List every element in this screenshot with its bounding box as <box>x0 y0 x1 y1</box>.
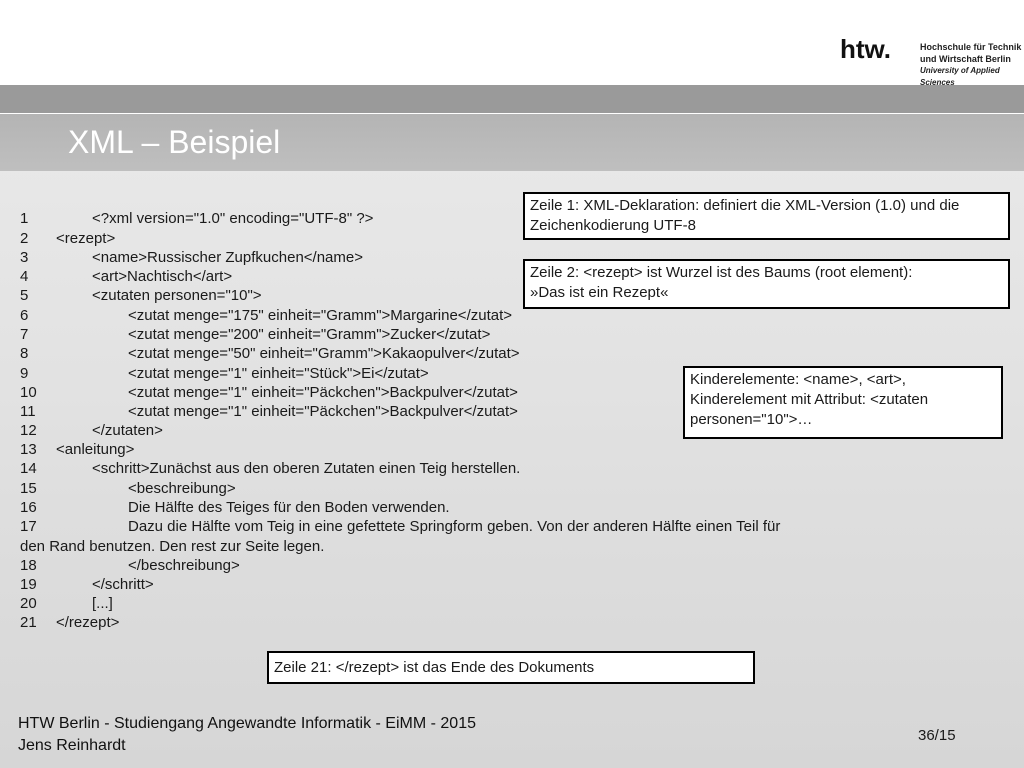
line-number: 12 <box>20 422 37 439</box>
code-line: </zutaten> <box>92 422 163 439</box>
line-number: 10 <box>20 384 37 401</box>
note-child-line-3: personen="10">… <box>690 411 813 428</box>
line-number: 7 <box>20 326 29 343</box>
slide-header: htw. Hochschule für Technik und Wirtscha… <box>0 0 1024 87</box>
code-line: <anleitung> <box>56 441 135 458</box>
note-root-element: Zeile 2: <rezept> ist Wurzel ist des Bau… <box>523 259 1010 309</box>
code-line: Dazu die Hälfte vom Teig in eine gefette… <box>128 518 781 535</box>
note-child-line-1: Kinderelemente: <name>, <art>, <box>690 371 906 388</box>
code-line: <zutat menge="200" einheit="Gramm">Zucke… <box>128 326 491 343</box>
line-number: 11 <box>20 403 36 420</box>
code-line: <zutat menge="1" einheit="Päckchen">Back… <box>128 384 518 401</box>
code-line: <zutat menge="1" einheit="Päckchen">Back… <box>128 403 518 420</box>
line-number: 4 <box>20 268 29 285</box>
code-line: Die Hälfte des Teiges für den Boden verw… <box>128 499 450 516</box>
line-number: 14 <box>20 460 37 477</box>
note-document-end: Zeile 21: </rezept> ist das Ende des Dok… <box>267 651 755 684</box>
code-line: <?xml version="1.0" encoding="UTF-8" ?> <box>92 210 374 227</box>
note-child-line-2: Kinderelement mit Attribut: <zutaten <box>690 391 929 408</box>
code-line: <zutat menge="50" einheit="Gramm">Kakaop… <box>128 345 520 362</box>
line-number: 20 <box>20 595 37 612</box>
code-line-continuation: den Rand benutzen. Den rest zur Seite le… <box>20 538 325 555</box>
line-number: 19 <box>20 576 37 593</box>
line-number: 16 <box>20 499 37 516</box>
line-number: 1 <box>20 210 29 227</box>
note-child-elements: Kinderelemente: <name>, <art>, Kinderele… <box>683 366 1003 439</box>
code-line: <name>Russischer Zupfkuchen</name> <box>92 249 363 266</box>
slide-title: XML – Beispiel <box>68 124 281 160</box>
htw-logo-icon: htw. <box>840 38 891 62</box>
line-number: 13 <box>20 441 37 458</box>
line-number: 9 <box>20 365 29 382</box>
code-line: </beschreibung> <box>128 557 240 574</box>
line-number: 2 <box>20 230 29 247</box>
code-line: </rezept> <box>56 614 120 631</box>
note-xml-declaration: Zeile 1: XML-Deklaration: definiert die … <box>523 192 1010 240</box>
slide-footer: HTW Berlin - Studiengang Angewandte Info… <box>18 713 476 757</box>
code-line: <rezept> <box>56 230 116 247</box>
code-line: <zutaten personen="10"> <box>92 287 262 304</box>
line-number: 6 <box>20 307 29 324</box>
header-band <box>0 85 1024 113</box>
footer-course: HTW Berlin - Studiengang Angewandte Info… <box>18 715 476 732</box>
line-number: 21 <box>20 614 37 631</box>
footer-author: Jens Reinhardt <box>18 737 126 754</box>
code-line: </schritt> <box>92 576 154 593</box>
code-line: <zutat menge="1" einheit="Stück">Ei</zut… <box>128 365 429 382</box>
logo-line-2: und Wirtschaft Berlin <box>920 54 1011 64</box>
line-number: 15 <box>20 480 37 497</box>
line-number: 17 <box>20 518 37 535</box>
code-line: [...] <box>92 595 113 612</box>
line-number: 18 <box>20 557 37 574</box>
code-line: <beschreibung> <box>128 480 236 497</box>
page-number: 36/15 <box>918 727 956 744</box>
line-number: 8 <box>20 345 29 362</box>
svg-text:htw.: htw. <box>840 38 891 62</box>
logo-line-1: Hochschule für Technik <box>920 42 1022 52</box>
code-line: <zutat menge="175" einheit="Gramm">Marga… <box>128 307 513 324</box>
line-number: 3 <box>20 249 29 266</box>
line-number: 5 <box>20 287 29 304</box>
logo-text: Hochschule für Technik und Wirtschaft Be… <box>920 41 1024 89</box>
code-line: <art>Nachtisch</art> <box>92 268 233 285</box>
code-line: <schritt>Zunächst aus den oberen Zutaten… <box>92 460 521 477</box>
note-root-line-2: »Das ist ein Rezept« <box>530 284 669 301</box>
note-root-line-1: Zeile 2: <rezept> ist Wurzel ist des Bau… <box>530 264 913 281</box>
